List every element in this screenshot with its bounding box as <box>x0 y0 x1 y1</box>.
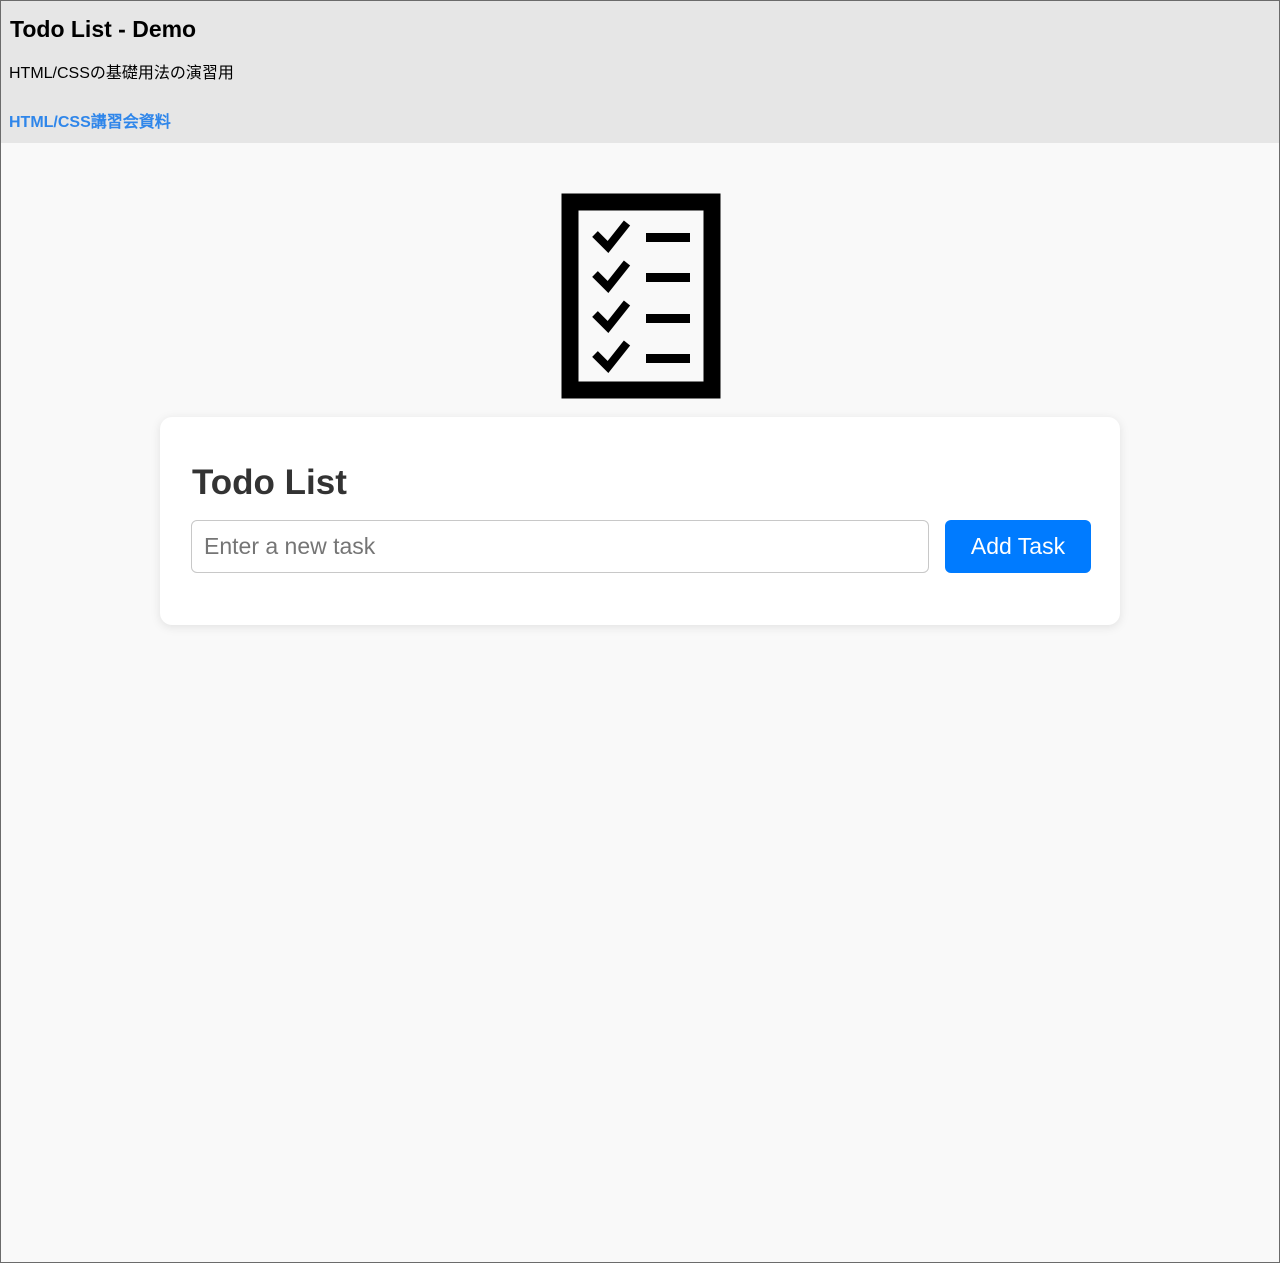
todo-title: Todo List <box>192 463 347 502</box>
course-materials-link[interactable]: HTML/CSS講習会資料 <box>9 113 171 133</box>
site-subtitle: HTML/CSSの基礎用法の演習用 <box>9 65 234 82</box>
todo-card: Todo List Add Task <box>160 417 1120 625</box>
site-header: Todo List - Demo HTML/CSSの基礎用法の演習用 HTML/… <box>1 1 1279 143</box>
checklist-icon <box>561 193 721 399</box>
site-title: Todo List - Demo <box>10 16 197 42</box>
new-task-input[interactable] <box>191 520 929 573</box>
add-task-button[interactable]: Add Task <box>945 520 1091 573</box>
